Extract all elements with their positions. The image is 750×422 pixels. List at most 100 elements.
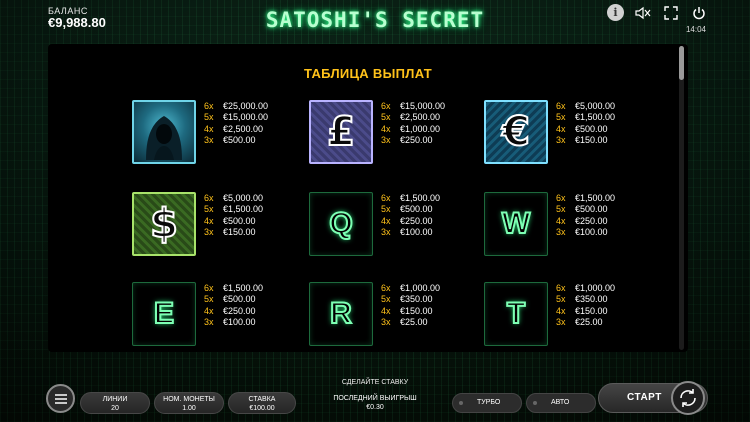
payout-multiplier: 4x — [556, 305, 566, 316]
payout-multiplier: 4x — [204, 305, 214, 316]
payout-multiplier: 6x — [204, 283, 214, 293]
coin-value-selector[interactable]: НОМ. МОНЕТЫ 1.00 — [154, 392, 224, 414]
turbo-toggle[interactable]: ТУРБО — [452, 393, 522, 413]
start-label: СТАРТ — [627, 392, 662, 403]
payout-row: 5x €2,500.00 — [381, 112, 445, 123]
paytable-entry: 6x €25,000.00 5x €15,000.00 4x €2,500.00 3x €50… — [132, 100, 302, 168]
payout-amount: €500.00 — [575, 123, 608, 134]
payout-amount: €150.00 — [575, 135, 608, 146]
top-icon-group: i — [607, 4, 708, 21]
payout-multiplier: 4x — [204, 215, 214, 226]
payout-multiplier: 4x — [381, 123, 391, 134]
paytable-entry: $6x €5,000.00 5x €1,500.00 4x €500.00 3x €150.0… — [132, 192, 302, 260]
paytable-panel: ТАБЛИЦА ВЫПЛАТ 6x €25,000.00 5x €15,000.00 4… — [48, 44, 688, 352]
clock: 14:04 — [685, 25, 706, 34]
letter-e-symbol-icon: E — [132, 282, 196, 346]
lines-selector[interactable]: ЛИНИИ 20 — [80, 392, 150, 414]
paytable-entry: E 6x €1,500.00 5x €500.00 4x €250.00 3x €100.00 — [132, 282, 302, 350]
turbo-label: ТУРБО — [477, 399, 501, 406]
letter-glyph: R — [329, 296, 353, 331]
payout-amount: €150.00 — [575, 305, 608, 316]
payout-amount: €1,500.00 — [575, 193, 616, 203]
payout-multiplier: 3x — [556, 317, 566, 328]
stake-selector[interactable]: СТАВКА €100.00 — [228, 392, 296, 414]
payout-multiplier: 3x — [381, 135, 391, 146]
payout-multiplier: 3x — [204, 317, 214, 328]
payout-list: 6x €5,000.00 5x €1,500.00 4x €500.00 3x €150.00 — [556, 101, 615, 147]
letter-glyph: T — [506, 296, 526, 331]
letter-t-symbol-icon: T — [484, 282, 548, 346]
payout-row: 3x €100.00 — [556, 227, 615, 238]
paytable-title: ТАБЛИЦА ВЫПЛАТ — [304, 66, 432, 81]
payout-row: 3x €25.00 — [381, 317, 440, 328]
power-icon[interactable] — [690, 5, 708, 21]
paytable-entry: €6x €5,000.00 5x €1,500.00 4x €500.00 3x €150.0… — [484, 100, 654, 168]
payout-list: 6x €1,500.00 5x €500.00 4x €250.00 3x €100.00 — [556, 193, 615, 239]
last-win-value: €0.30 — [366, 404, 384, 411]
payout-multiplier: 6x — [381, 193, 391, 203]
payout-row: 3x €100.00 — [204, 317, 263, 328]
payout-amount: €150.00 — [223, 227, 256, 238]
payout-multiplier: 6x — [204, 193, 214, 203]
payout-row: 4x €150.00 — [381, 306, 440, 317]
dollar-glyph: $ — [149, 200, 179, 248]
payout-amount: €1,000.00 — [575, 283, 616, 293]
payout-multiplier: 3x — [381, 317, 391, 328]
payout-list: 6x €1,500.00 5x €500.00 4x €250.00 3x €100.00 — [381, 193, 440, 239]
payout-multiplier: 6x — [556, 193, 566, 203]
payout-row: 3x €150.00 — [204, 227, 263, 238]
auto-indicator — [533, 401, 537, 405]
auto-toggle[interactable]: АВТО — [526, 393, 596, 413]
payout-row: 6x €1,500.00 — [204, 283, 263, 294]
hamburger-icon — [54, 393, 67, 404]
euro-symbol-icon: € — [484, 100, 548, 164]
payout-row: 3x €500.00 — [204, 135, 268, 146]
payout-multiplier: 5x — [556, 294, 566, 305]
payout-row: 4x €500.00 — [204, 216, 263, 227]
fullscreen-icon[interactable] — [662, 5, 680, 21]
payout-amount: €150.00 — [400, 305, 433, 316]
menu-button[interactable] — [46, 384, 75, 413]
letter-glyph: Q — [328, 206, 353, 241]
payout-row: 6x €1,500.00 — [381, 193, 440, 204]
payout-amount: €500.00 — [223, 294, 256, 305]
coin-value: 1.00 — [182, 405, 196, 412]
payout-multiplier: 3x — [381, 227, 391, 238]
payout-amount: €25,000.00 — [223, 101, 269, 111]
payout-multiplier: 5x — [556, 204, 566, 215]
spin-arrows-icon — [680, 389, 696, 407]
payout-amount: €250.00 — [400, 215, 433, 226]
payout-row: 5x €350.00 — [381, 294, 440, 305]
payout-row: 4x €2,500.00 — [204, 124, 268, 135]
payout-amount: €1,000.00 — [400, 123, 441, 134]
payout-row: 6x €1,500.00 — [556, 193, 615, 204]
turbo-indicator — [459, 401, 463, 405]
payout-row: 5x €15,000.00 — [204, 112, 268, 123]
pound-glyph: £ — [326, 108, 356, 156]
letter-q-symbol-icon: Q — [309, 192, 373, 256]
payout-row: 6x €1,000.00 — [556, 283, 615, 294]
payout-amount: €1,000.00 — [400, 283, 441, 293]
payout-list: 6x €25,000.00 5x €15,000.00 4x €2,500.00 3x €50… — [204, 101, 268, 147]
hacker-symbol-icon — [132, 100, 196, 164]
payout-row: 4x €250.00 — [204, 306, 263, 317]
payout-row: 6x €5,000.00 — [204, 193, 263, 204]
letter-w-symbol-icon: W — [484, 192, 548, 256]
payout-row: 5x €1,500.00 — [204, 204, 263, 215]
payout-row: 6x €15,000.00 — [381, 101, 445, 112]
spin-button[interactable] — [671, 381, 705, 415]
last-win: ПОСЛЕДНИЙ ВЫИГРЫШ €0.30 — [330, 394, 420, 412]
scrollbar[interactable] — [679, 46, 684, 350]
payout-amount: €1,500.00 — [223, 283, 264, 293]
info-button[interactable]: i — [607, 4, 624, 21]
scroll-thumb[interactable] — [679, 46, 684, 80]
payout-multiplier: 4x — [381, 215, 391, 226]
auto-label: АВТО — [551, 399, 570, 406]
payout-row: 6x €25,000.00 — [204, 101, 268, 112]
mute-icon[interactable] — [634, 5, 652, 21]
payout-row: 5x €500.00 — [204, 294, 263, 305]
payout-amount: €350.00 — [575, 294, 608, 305]
letter-glyph: E — [153, 296, 175, 331]
lines-label: ЛИНИИ — [102, 396, 128, 403]
payout-amount: €5,000.00 — [575, 101, 616, 111]
